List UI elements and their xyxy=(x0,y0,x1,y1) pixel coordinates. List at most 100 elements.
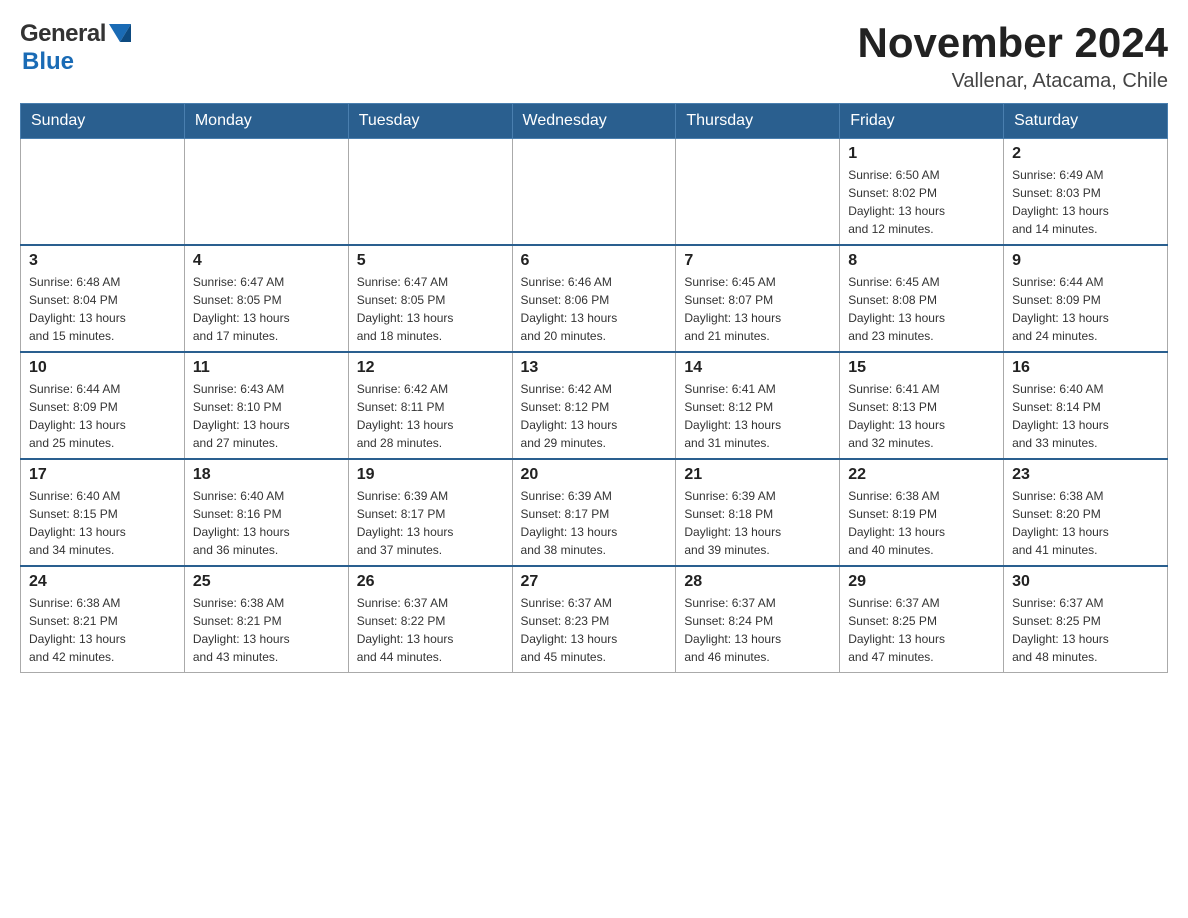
day-number: 28 xyxy=(684,573,831,591)
calendar-subtitle: Vallenar, Atacama, Chile xyxy=(857,70,1168,93)
calendar-day-cell: 7 Sunrise: 6:45 AMSunset: 8:07 PMDaylight… xyxy=(676,245,840,352)
calendar-day-cell: 15 Sunrise: 6:41 AMSunset: 8:13 PMDayligh… xyxy=(840,352,1004,459)
day-info: Sunrise: 6:37 AMSunset: 8:25 PMDaylight:… xyxy=(848,594,995,666)
calendar-day-cell: 18 Sunrise: 6:40 AMSunset: 8:16 PMDayligh… xyxy=(184,459,348,566)
weekday-header-tuesday: Tuesday xyxy=(348,104,512,139)
weekday-header-saturday: Saturday xyxy=(1004,104,1168,139)
calendar-day-cell: 6 Sunrise: 6:46 AMSunset: 8:06 PMDaylight… xyxy=(512,245,676,352)
logo-blue-text: Blue xyxy=(22,48,74,76)
calendar-table: SundayMondayTuesdayWednesdayThursdayFrid… xyxy=(20,103,1168,673)
weekday-header-friday: Friday xyxy=(840,104,1004,139)
calendar-day-cell: 30 Sunrise: 6:37 AMSunset: 8:25 PMDayligh… xyxy=(1004,566,1168,673)
calendar-day-cell xyxy=(676,139,840,246)
calendar-day-cell: 9 Sunrise: 6:44 AMSunset: 8:09 PMDaylight… xyxy=(1004,245,1168,352)
day-info: Sunrise: 6:42 AMSunset: 8:12 PMDaylight:… xyxy=(521,380,668,452)
calendar-week-row: 24 Sunrise: 6:38 AMSunset: 8:21 PMDayligh… xyxy=(21,566,1168,673)
calendar-day-cell: 11 Sunrise: 6:43 AMSunset: 8:10 PMDayligh… xyxy=(184,352,348,459)
calendar-day-cell xyxy=(21,139,185,246)
calendar-day-cell: 8Sunrise: 6:45 AMSunset: 8:08 PMDaylight… xyxy=(840,245,1004,352)
day-number: 9 xyxy=(1012,252,1159,270)
day-info: Sunrise: 6:47 AMSunset: 8:05 PMDaylight:… xyxy=(357,273,504,345)
calendar-day-cell: 4 Sunrise: 6:47 AMSunset: 8:05 PMDaylight… xyxy=(184,245,348,352)
day-number: 29 xyxy=(848,573,995,591)
calendar-day-cell xyxy=(348,139,512,246)
calendar-day-cell xyxy=(512,139,676,246)
day-info: Sunrise: 6:44 AMSunset: 8:09 PMDaylight:… xyxy=(1012,273,1159,345)
day-number: 30 xyxy=(1012,573,1159,591)
calendar-day-cell: 29 Sunrise: 6:37 AMSunset: 8:25 PMDayligh… xyxy=(840,566,1004,673)
calendar-day-cell: 27 Sunrise: 6:37 AMSunset: 8:23 PMDayligh… xyxy=(512,566,676,673)
day-number: 17 xyxy=(29,466,176,484)
day-number: 10 xyxy=(29,359,176,377)
day-info: Sunrise: 6:40 AMSunset: 8:14 PMDaylight:… xyxy=(1012,380,1159,452)
day-number: 18 xyxy=(193,466,340,484)
day-number: 11 xyxy=(193,359,340,377)
calendar-week-row: 3Sunrise: 6:48 AMSunset: 8:04 PMDaylight… xyxy=(21,245,1168,352)
logo: General Blue xyxy=(20,20,131,76)
calendar-day-cell: 21Sunrise: 6:39 AMSunset: 8:18 PMDayligh… xyxy=(676,459,840,566)
day-number: 15 xyxy=(848,359,995,377)
title-area: November 2024 Vallenar, Atacama, Chile xyxy=(857,20,1168,93)
day-info: Sunrise: 6:39 AMSunset: 8:17 PMDaylight:… xyxy=(521,487,668,559)
day-number: 4 xyxy=(193,252,340,270)
calendar-week-row: 10 Sunrise: 6:44 AMSunset: 8:09 PMDayligh… xyxy=(21,352,1168,459)
day-number: 12 xyxy=(357,359,504,377)
day-info: Sunrise: 6:38 AMSunset: 8:19 PMDaylight:… xyxy=(848,487,995,559)
day-number: 25 xyxy=(193,573,340,591)
day-number: 13 xyxy=(521,359,668,377)
calendar-day-cell: 25 Sunrise: 6:38 AMSunset: 8:21 PMDayligh… xyxy=(184,566,348,673)
day-number: 26 xyxy=(357,573,504,591)
day-number: 3 xyxy=(29,252,176,270)
day-number: 6 xyxy=(521,252,668,270)
day-info: Sunrise: 6:41 AMSunset: 8:12 PMDaylight:… xyxy=(684,380,831,452)
day-info: Sunrise: 6:44 AMSunset: 8:09 PMDaylight:… xyxy=(29,380,176,452)
calendar-week-row: 1 Sunrise: 6:50 AMSunset: 8:02 PMDaylight… xyxy=(21,139,1168,246)
day-info: Sunrise: 6:42 AMSunset: 8:11 PMDaylight:… xyxy=(357,380,504,452)
day-number: 8 xyxy=(848,252,995,270)
calendar-day-cell: 12 Sunrise: 6:42 AMSunset: 8:11 PMDayligh… xyxy=(348,352,512,459)
calendar-day-cell: 10 Sunrise: 6:44 AMSunset: 8:09 PMDayligh… xyxy=(21,352,185,459)
day-info: Sunrise: 6:46 AMSunset: 8:06 PMDaylight:… xyxy=(521,273,668,345)
day-number: 20 xyxy=(521,466,668,484)
logo-triangle-icon xyxy=(109,24,131,46)
day-info: Sunrise: 6:38 AMSunset: 8:21 PMDaylight:… xyxy=(29,594,176,666)
day-info: Sunrise: 6:38 AMSunset: 8:21 PMDaylight:… xyxy=(193,594,340,666)
day-number: 1 xyxy=(848,145,995,163)
page-header: General Blue November 2024 Vallenar, Ata… xyxy=(20,20,1168,93)
weekday-header-thursday: Thursday xyxy=(676,104,840,139)
calendar-day-cell: 22Sunrise: 6:38 AMSunset: 8:19 PMDayligh… xyxy=(840,459,1004,566)
day-number: 2 xyxy=(1012,145,1159,163)
weekday-header-sunday: Sunday xyxy=(21,104,185,139)
day-info: Sunrise: 6:43 AMSunset: 8:10 PMDaylight:… xyxy=(193,380,340,452)
calendar-day-cell: 16 Sunrise: 6:40 AMSunset: 8:14 PMDayligh… xyxy=(1004,352,1168,459)
day-info: Sunrise: 6:37 AMSunset: 8:22 PMDaylight:… xyxy=(357,594,504,666)
calendar-day-cell: 17Sunrise: 6:40 AMSunset: 8:15 PMDayligh… xyxy=(21,459,185,566)
calendar-week-row: 17Sunrise: 6:40 AMSunset: 8:15 PMDayligh… xyxy=(21,459,1168,566)
day-info: Sunrise: 6:40 AMSunset: 8:16 PMDaylight:… xyxy=(193,487,340,559)
logo-general-text: General xyxy=(20,20,106,48)
calendar-day-cell: 26 Sunrise: 6:37 AMSunset: 8:22 PMDayligh… xyxy=(348,566,512,673)
day-info: Sunrise: 6:37 AMSunset: 8:24 PMDaylight:… xyxy=(684,594,831,666)
calendar-day-cell: 23Sunrise: 6:38 AMSunset: 8:20 PMDayligh… xyxy=(1004,459,1168,566)
calendar-day-cell xyxy=(184,139,348,246)
day-number: 24 xyxy=(29,573,176,591)
day-number: 23 xyxy=(1012,466,1159,484)
day-info: Sunrise: 6:39 AMSunset: 8:18 PMDaylight:… xyxy=(684,487,831,559)
day-info: Sunrise: 6:45 AMSunset: 8:07 PMDaylight:… xyxy=(684,273,831,345)
day-number: 7 xyxy=(684,252,831,270)
day-info: Sunrise: 6:37 AMSunset: 8:25 PMDaylight:… xyxy=(1012,594,1159,666)
calendar-day-cell: 20 Sunrise: 6:39 AMSunset: 8:17 PMDayligh… xyxy=(512,459,676,566)
day-info: Sunrise: 6:50 AMSunset: 8:02 PMDaylight:… xyxy=(848,166,995,238)
day-number: 14 xyxy=(684,359,831,377)
weekday-header-monday: Monday xyxy=(184,104,348,139)
day-number: 16 xyxy=(1012,359,1159,377)
day-info: Sunrise: 6:49 AMSunset: 8:03 PMDaylight:… xyxy=(1012,166,1159,238)
day-number: 5 xyxy=(357,252,504,270)
day-info: Sunrise: 6:41 AMSunset: 8:13 PMDaylight:… xyxy=(848,380,995,452)
calendar-day-cell: 24 Sunrise: 6:38 AMSunset: 8:21 PMDayligh… xyxy=(21,566,185,673)
calendar-day-cell: 5 Sunrise: 6:47 AMSunset: 8:05 PMDaylight… xyxy=(348,245,512,352)
calendar-day-cell: 3Sunrise: 6:48 AMSunset: 8:04 PMDaylight… xyxy=(21,245,185,352)
day-info: Sunrise: 6:37 AMSunset: 8:23 PMDaylight:… xyxy=(521,594,668,666)
day-number: 27 xyxy=(521,573,668,591)
day-info: Sunrise: 6:47 AMSunset: 8:05 PMDaylight:… xyxy=(193,273,340,345)
